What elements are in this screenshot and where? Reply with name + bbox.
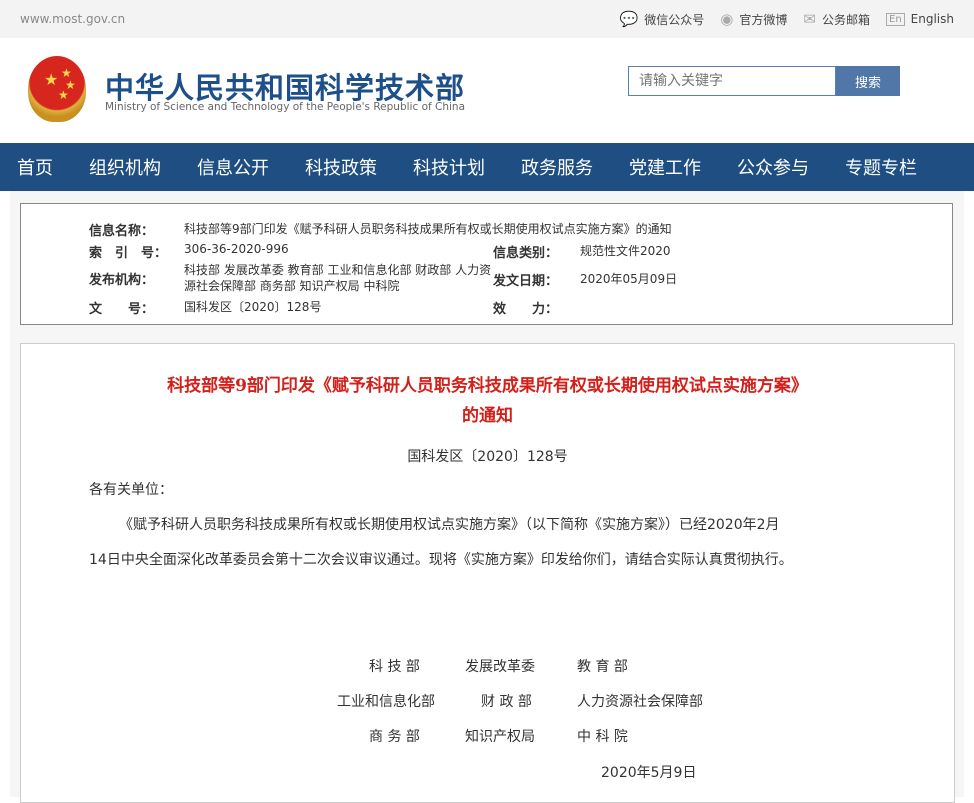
english-link[interactable]: En English <box>886 12 954 26</box>
wechat-link[interactable]: 💬 微信公众号 <box>620 10 705 28</box>
info-validity-label: 效 力： <box>493 302 559 317</box>
title-line-1: 科技部等9部门印发《赋予科研人员职务科技成果所有权或长期使用权试点实施方案》 <box>167 376 808 396</box>
body-line-1: 《赋予科研人员职务科技成果所有权或长期使用权试点实施方案》（以下简称《实施方案》… <box>119 517 780 533</box>
signer: 人力资源社会保障部 <box>577 694 703 710</box>
wechat-label: 微信公众号 <box>644 12 705 27</box>
signer: 发展改革委 <box>465 659 535 675</box>
english-label: English <box>910 12 954 26</box>
title-line-2: 的通知 <box>462 406 513 426</box>
info-name: 科技部等9部门印发《赋予科研人员职务科技成果所有权或长期使用权试点实施方案》的通… <box>184 222 672 236</box>
info-docno-label: 文 号： <box>89 302 155 317</box>
en-icon: En <box>886 12 905 26</box>
nav-policy[interactable]: 科技政策 <box>305 154 377 180</box>
signer: 商 务 部 <box>369 729 420 745</box>
search-input[interactable] <box>628 66 836 96</box>
document-number: 国科发区〔2020〕128号 <box>407 449 568 465</box>
signer: 中 科 院 <box>577 729 628 745</box>
nav-party[interactable]: 党建工作 <box>629 154 701 180</box>
info-category-label: 信息类别： <box>493 246 559 261</box>
signer: 财 政 部 <box>481 694 532 710</box>
info-docno: 国科发区〔2020〕128号 <box>184 300 322 314</box>
search-button[interactable]: 搜索 <box>836 66 900 96</box>
nav-organization[interactable]: 组织机构 <box>89 154 161 180</box>
nav-home[interactable]: 首页 <box>17 154 53 180</box>
mail-label: 公务邮箱 <box>821 12 870 27</box>
salutation: 各有关单位： <box>89 482 173 498</box>
info-date-label: 发文日期： <box>493 274 559 289</box>
main-nav: 首页 组织机构 信息公开 科技政策 科技计划 政务服务 党建工作 公众参与 专题… <box>0 143 974 191</box>
header: ★ ★ ★ ★ 中华人民共和国科学技术部 Ministry of Science an… <box>0 38 974 143</box>
nav-programs[interactable]: 科技计划 <box>413 154 485 180</box>
signer: 科 技 部 <box>369 659 420 675</box>
wechat-icon: 💬 <box>619 10 639 28</box>
mail-icon: ✉ <box>803 10 816 28</box>
info-date: 2020年05月09日 <box>580 272 678 286</box>
signer: 工业和信息化部 <box>337 694 435 710</box>
body-line-2: 14日中央全面深化改革委员会第十二次会议审议通过。现将《实施方案》印发给你们，请… <box>89 552 793 568</box>
info-box: 信息名称： 科技部等9部门印发《赋予科研人员职务科技成果所有权或长期使用权试点实施… <box>20 203 953 325</box>
site-title-en: Ministry of Science and Technology of th… <box>105 101 466 113</box>
nav-topics[interactable]: 专题专栏 <box>845 154 917 180</box>
top-bar: www.most.gov.cn 💬 微信公众号 ◉ 官方微博 ✉ 公务邮箱 En Eng… <box>0 0 974 38</box>
site-url: www.most.gov.cn <box>20 12 126 26</box>
mail-link[interactable]: ✉ 公务邮箱 <box>803 10 870 28</box>
search-box: 搜索 <box>628 66 900 96</box>
document-body: 科技部等9部门印发《赋予科研人员职务科技成果所有权或长期使用权试点实施方案》 的通… <box>20 343 955 803</box>
nav-services[interactable]: 政务服务 <box>521 154 593 180</box>
info-name-label: 信息名称： <box>89 224 155 239</box>
document-title: 科技部等9部门印发《赋予科研人员职务科技成果所有权或长期使用权试点实施方案》 的通… <box>21 371 954 431</box>
weibo-link[interactable]: ◉ 官方微博 <box>720 10 787 28</box>
info-index: 306-36-2020-996 <box>184 242 289 256</box>
document-date: 2020年5月9日 <box>601 765 697 781</box>
info-publisher-label: 发布机构： <box>89 272 155 288</box>
national-emblem-icon: ★ ★ ★ ★ <box>28 56 86 122</box>
signer: 教 育 部 <box>577 659 628 675</box>
weibo-icon: ◉ <box>720 10 734 28</box>
info-category: 规范性文件2020 <box>580 244 671 258</box>
weibo-label: 官方微博 <box>739 12 788 27</box>
info-publisher: 科技部 发展改革委 教育部 工业和信息化部 财政部 人力资源社会保障部 商务部 … <box>184 263 492 293</box>
nav-info-disclosure[interactable]: 信息公开 <box>197 154 269 180</box>
signer: 知识产权局 <box>465 729 535 745</box>
info-index-label: 索 引 号： <box>89 246 168 261</box>
nav-public[interactable]: 公众参与 <box>737 154 809 180</box>
